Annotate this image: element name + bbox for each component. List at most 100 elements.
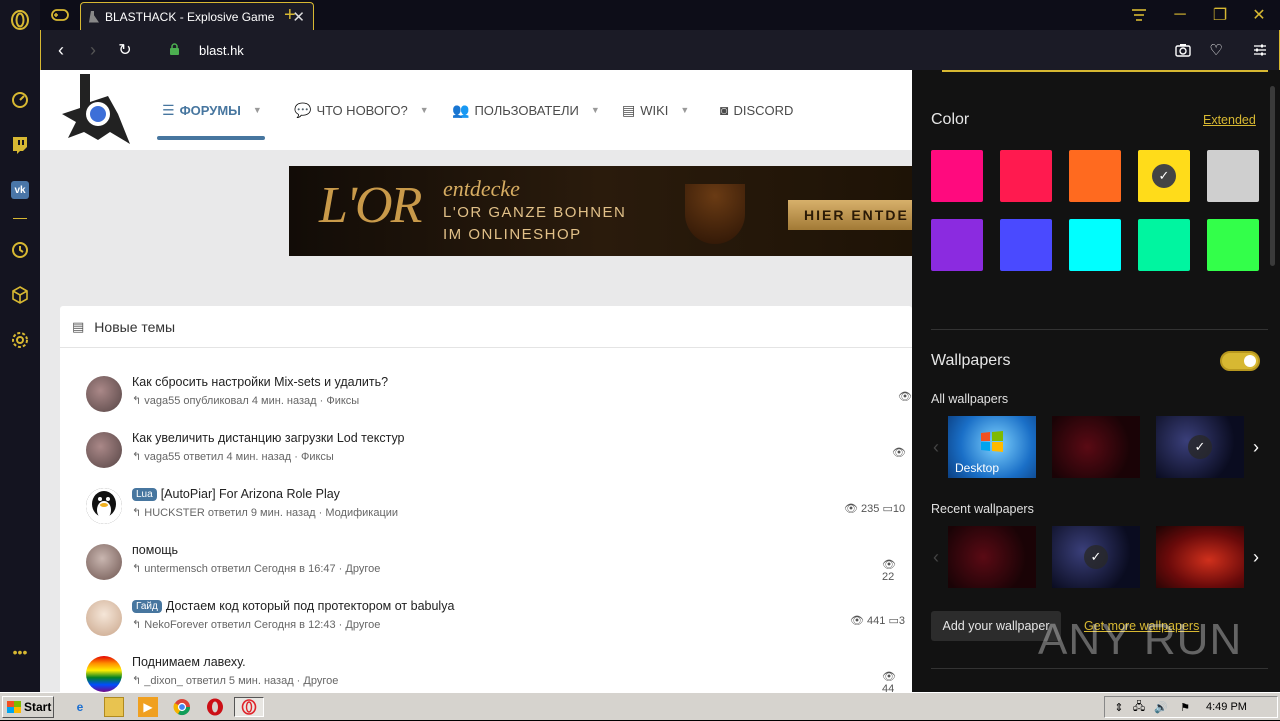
blasthack-logo[interactable]: [58, 74, 134, 146]
extended-link[interactable]: Extended: [1203, 113, 1256, 127]
coffee-cup-image: [685, 184, 745, 244]
nav-wiki[interactable]: ▤ WIKI ▼: [622, 70, 689, 150]
avatar[interactable]: [86, 600, 122, 636]
nav-discord[interactable]: ◙ DISCORD: [720, 70, 793, 150]
more-dots-icon[interactable]: •••: [8, 640, 32, 664]
thread-title[interactable]: Достаем код который под протектором от b…: [166, 599, 455, 613]
color-swatch[interactable]: [931, 150, 983, 202]
color-swatch[interactable]: ✓: [1138, 150, 1190, 202]
recent-wallpaper-blue-space[interactable]: ✓: [1052, 526, 1140, 588]
thread-title[interactable]: Поднимаем лавеху.: [132, 655, 246, 669]
thread-row[interactable]: Lua [AutoPiar] For Arizona Role Play ↰ HU…: [86, 487, 906, 544]
easy-setup-menu-icon[interactable]: [1120, 0, 1158, 30]
chevron-down-icon[interactable]: ▼: [591, 105, 600, 115]
color-swatch[interactable]: [1207, 150, 1259, 202]
tray-expand-icon[interactable]: ⇕: [1109, 697, 1129, 717]
nav-whats-new[interactable]: 💬 ЧТО НОВОГО? ▼: [294, 70, 429, 150]
wallpaper-blue-space[interactable]: ✓: [1156, 416, 1244, 478]
prefix-badge[interactable]: Lua: [132, 487, 157, 501]
close-window-icon[interactable]: ✕: [1240, 0, 1278, 30]
thread-title[interactable]: помощь: [132, 543, 178, 557]
volume-icon[interactable]: 🔊: [1151, 697, 1171, 717]
color-swatch[interactable]: [931, 219, 983, 271]
wallpaper-red-dark[interactable]: [1052, 416, 1140, 478]
thread-row[interactable]: Гайд Достаем код который под протектором …: [86, 599, 906, 656]
thread-title[interactable]: Как сбросить настройки Mix-sets и удалит…: [132, 375, 388, 389]
bookmark-heart-icon[interactable]: ♡: [1201, 30, 1231, 70]
panel-scrollbar[interactable]: [1270, 86, 1275, 266]
explorer-folder-icon[interactable]: [104, 697, 124, 717]
vk-icon[interactable]: vk: [8, 178, 32, 202]
color-swatch[interactable]: [1000, 219, 1052, 271]
action-center-flag-icon[interactable]: ⚑: [1175, 697, 1195, 717]
ad-banner[interactable]: L'OR entdecke L'OR GANZE BOHNEN IM ONLIN…: [289, 166, 912, 256]
windows-logo-icon: [981, 431, 1003, 452]
gamepad-icon[interactable]: [48, 0, 72, 30]
url-field[interactable]: blast.hk: [199, 30, 244, 70]
customize-sliders-icon[interactable]: [1245, 30, 1275, 70]
color-swatch[interactable]: [1207, 219, 1259, 271]
history-clock-icon[interactable]: [8, 238, 32, 262]
chevron-down-icon[interactable]: ▼: [253, 105, 262, 115]
twitch-icon[interactable]: [8, 133, 32, 157]
tray-clock[interactable]: 4:49 PM: [1206, 693, 1247, 721]
start-button[interactable]: Start: [2, 696, 54, 718]
back-icon[interactable]: ‹: [47, 30, 75, 70]
opera-logo-icon[interactable]: [8, 8, 32, 32]
tab-blasthack[interactable]: BLASTHACK - Explosive Game ✕: [80, 2, 314, 30]
panel-top-accent: [942, 70, 1268, 72]
media-player-icon[interactable]: ▶: [138, 697, 158, 717]
wallpapers-prev-icon[interactable]: ‹: [928, 416, 944, 478]
avatar[interactable]: [86, 544, 122, 580]
system-tray: ⇕ 🖧 🔊 ⚑: [1104, 696, 1278, 718]
color-swatch[interactable]: [1069, 150, 1121, 202]
reload-icon[interactable]: ↻: [111, 30, 139, 70]
nav-users[interactable]: 👥 ПОЛЬЗОВАТЕЛИ ▼: [452, 70, 600, 150]
minimize-icon[interactable]: ─: [1161, 0, 1199, 30]
avatar[interactable]: [86, 488, 122, 524]
restore-icon[interactable]: ❐: [1201, 0, 1239, 30]
chevron-down-icon[interactable]: ▼: [680, 105, 689, 115]
ie-icon[interactable]: e: [70, 697, 90, 717]
watermark-text: ANY RUN: [1038, 615, 1243, 664]
opera-red-icon[interactable]: [205, 697, 225, 717]
recent-next-icon[interactable]: ›: [1248, 526, 1264, 588]
recent-wallpaper-red-dark[interactable]: [948, 526, 1036, 588]
reply-arrow-icon: ↰: [132, 451, 145, 463]
speedometer-icon[interactable]: [8, 88, 32, 112]
color-swatch[interactable]: [1000, 150, 1052, 202]
opera-gx-taskbar-button[interactable]: [234, 697, 264, 717]
network-icon[interactable]: 🖧: [1129, 697, 1149, 717]
thread-row[interactable]: помощь ↰ untermensch ответил Сегодня в 1…: [86, 543, 906, 600]
avatar[interactable]: [86, 376, 122, 412]
chrome-icon[interactable]: [172, 697, 192, 717]
avatar[interactable]: [86, 656, 122, 692]
banner-cta[interactable]: HIER ENTDE: [788, 200, 912, 230]
book-icon: ▤: [622, 101, 636, 118]
recent-wallpaper-red-flame[interactable]: [1156, 526, 1244, 588]
wallpaper-desktop[interactable]: Desktop: [948, 416, 1036, 478]
extensions-cube-icon[interactable]: [8, 283, 32, 307]
thread-row[interactable]: Как сбросить настройки Mix-sets и удалит…: [86, 375, 912, 432]
wallpapers-next-icon[interactable]: ›: [1248, 416, 1264, 478]
new-tab-plus-icon[interactable]: +: [284, 0, 304, 30]
wallpapers-toggle[interactable]: [1220, 351, 1260, 371]
tab-bar: BLASTHACK - Explosive Game ✕ + ─ ❐ ✕: [40, 0, 1280, 30]
thread-row[interactable]: Поднимаем лавеху. ↰ _dixon_ ответил 5 ми…: [86, 655, 906, 692]
prefix-badge[interactable]: Гайд: [132, 599, 162, 613]
thread-row[interactable]: Как увеличить дистанцию загрузки Lod тек…: [86, 431, 906, 488]
color-swatch[interactable]: [1138, 219, 1190, 271]
recent-prev-icon[interactable]: ‹: [928, 526, 944, 588]
snapshot-camera-icon[interactable]: [1168, 30, 1198, 70]
banner-line2: L'OR GANZE BOHNEN: [443, 204, 627, 221]
panel-title[interactable]: Новые темы: [94, 319, 175, 335]
thread-title[interactable]: [AutoPiar] For Arizona Role Play: [161, 487, 340, 501]
thread-title[interactable]: Как увеличить дистанцию загрузки Lod тек…: [132, 431, 405, 445]
chevron-down-icon[interactable]: ▼: [420, 105, 429, 115]
users-icon: 👥: [452, 101, 470, 118]
settings-gear-icon[interactable]: [8, 328, 32, 352]
nav-forums[interactable]: ☰ ФОРУМЫ ▼: [157, 70, 265, 150]
color-swatch[interactable]: [1069, 219, 1121, 271]
avatar[interactable]: [86, 432, 122, 468]
forward-icon[interactable]: ›: [79, 30, 107, 70]
